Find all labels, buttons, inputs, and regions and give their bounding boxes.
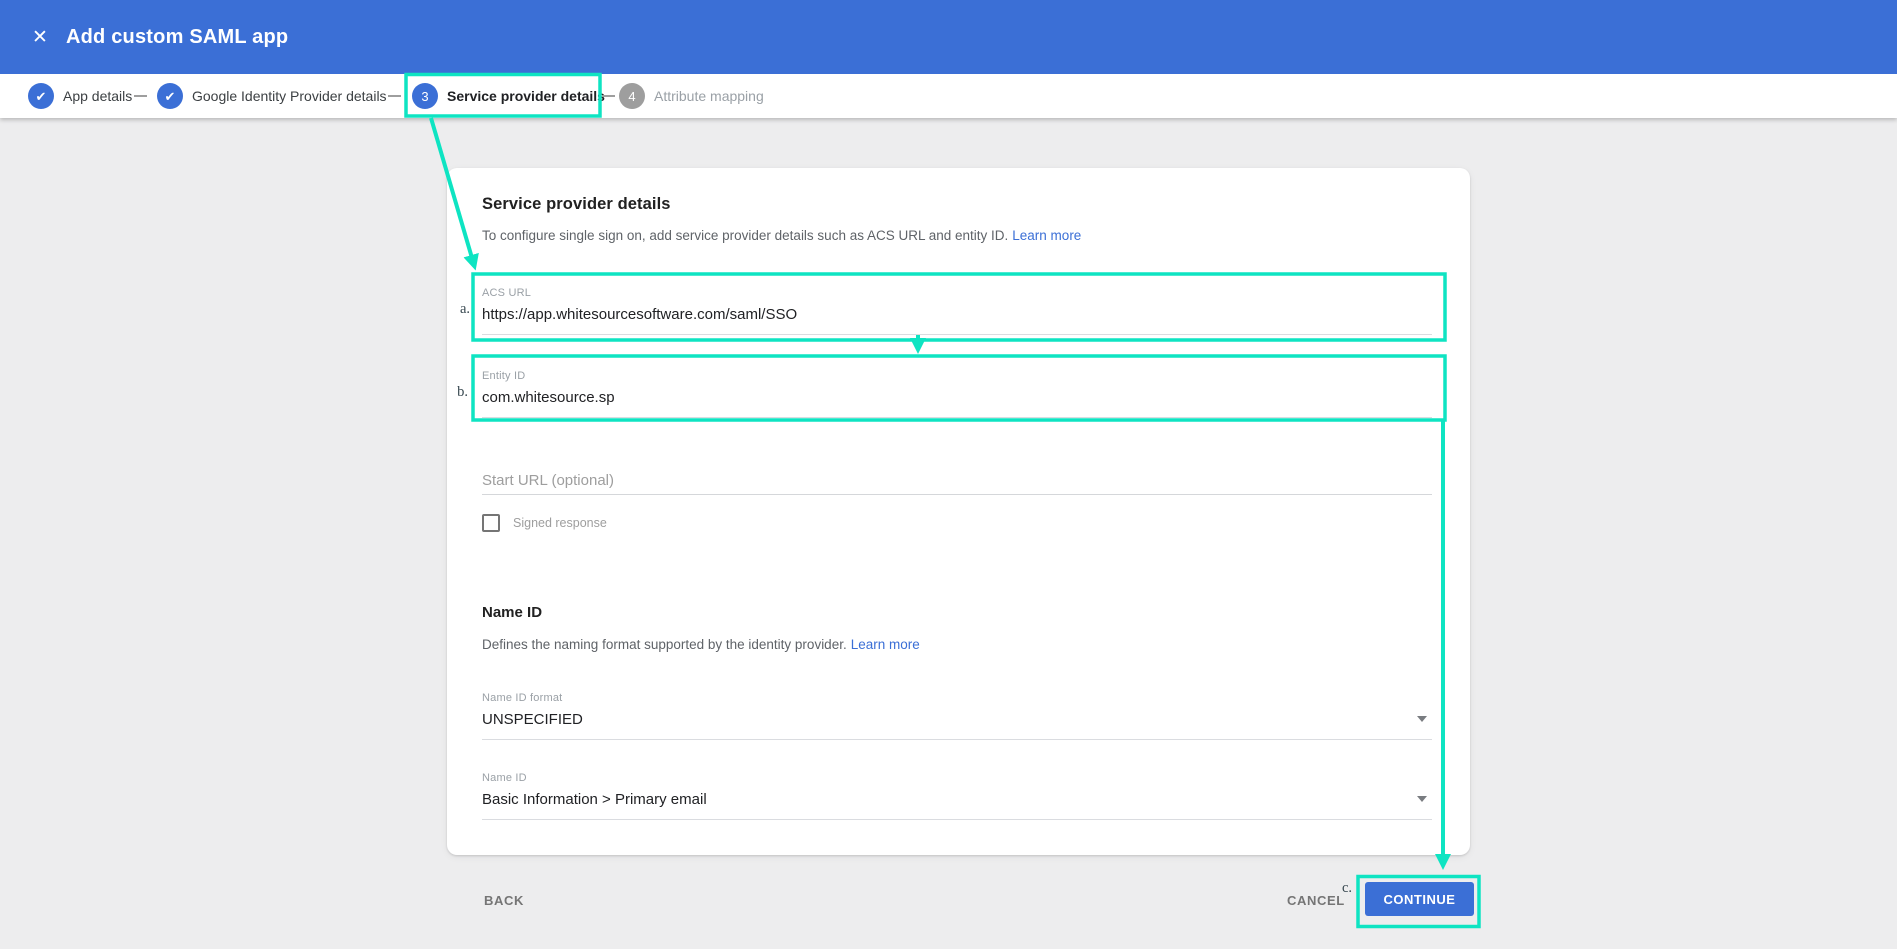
acs-url-value[interactable]: https://app.whitesourcesoftware.com/saml… — [482, 304, 1432, 326]
signed-response-checkbox[interactable] — [482, 514, 500, 532]
start-url-placeholder: Start URL (optional) — [482, 472, 614, 489]
signed-response-label: Signed response — [513, 516, 607, 530]
learn-more-link[interactable]: Learn more — [851, 637, 920, 652]
card-description-text: To configure single sign on, add service… — [482, 228, 1009, 243]
step-label: Service provider details — [447, 88, 605, 104]
name-id-section-title: Name ID — [482, 604, 543, 621]
step-label: App details — [63, 88, 133, 104]
card-description: To configure single sign on, add service… — [482, 227, 1432, 245]
dropdown-arrow-icon[interactable] — [1417, 716, 1427, 722]
name-id-section-description: Defines the naming format supported by t… — [482, 636, 1432, 654]
entity-id-value[interactable]: com.whitesource.sp — [482, 387, 1432, 409]
dialog-header: ✕ Add custom SAML app — [0, 0, 1897, 74]
wizard-stepper: ✔ App details ✔ Google Identity Provider… — [0, 74, 1897, 118]
name-id-value[interactable]: Basic Information > Primary email — [482, 789, 1432, 811]
acs-url-label: ACS URL — [482, 287, 532, 299]
check-icon: ✔ — [35, 88, 47, 104]
step-number-icon: 4 — [619, 83, 645, 109]
dialog-title: Add custom SAML app — [66, 25, 289, 48]
entity-id-field[interactable]: Entity ID com.whitesource.sp — [482, 369, 1432, 418]
back-button[interactable]: BACK — [484, 893, 524, 908]
stepper-step-app-details[interactable]: ✔ App details — [28, 74, 132, 118]
start-url-field[interactable]: Start URL (optional) — [482, 470, 1432, 495]
step-connector — [388, 95, 401, 97]
step-label: Google Identity Provider details — [192, 88, 387, 104]
entity-id-label: Entity ID — [482, 370, 526, 382]
learn-more-link[interactable]: Learn more — [1012, 228, 1081, 243]
name-id-label: Name ID — [482, 772, 527, 784]
close-icon[interactable]: ✕ — [28, 25, 52, 49]
check-icon: ✔ — [164, 88, 176, 104]
name-id-description-text: Defines the naming format supported by t… — [482, 637, 847, 652]
stepper-step-service-provider-details[interactable]: 3 Service provider details — [412, 74, 605, 118]
step-label: Attribute mapping — [654, 88, 764, 104]
step-complete-icon: ✔ — [157, 83, 183, 109]
cancel-button[interactable]: CANCEL — [1287, 893, 1345, 908]
acs-url-field[interactable]: ACS URL https://app.whitesourcesoftware.… — [482, 286, 1432, 335]
stepper-step-attribute-mapping[interactable]: 4 Attribute mapping — [619, 74, 764, 118]
step-complete-icon: ✔ — [28, 83, 54, 109]
dropdown-arrow-icon[interactable] — [1417, 796, 1427, 802]
step-connector — [134, 95, 147, 97]
step-number-icon: 3 — [412, 83, 438, 109]
card-title: Service provider details — [482, 195, 671, 213]
service-provider-details-card: Service provider details To configure si… — [447, 168, 1470, 855]
stepper-step-google-idp-details[interactable]: ✔ Google Identity Provider details — [157, 74, 387, 118]
name-id-format-value[interactable]: UNSPECIFIED — [482, 709, 1432, 731]
name-id-dropdown[interactable]: Name ID Basic Information > Primary emai… — [482, 771, 1432, 820]
continue-button[interactable]: CONTINUE — [1365, 882, 1474, 916]
name-id-format-dropdown[interactable]: Name ID format UNSPECIFIED — [482, 691, 1432, 740]
signed-response-row: Signed response — [482, 514, 1432, 532]
step-connector — [602, 95, 615, 97]
name-id-format-label: Name ID format — [482, 692, 563, 704]
